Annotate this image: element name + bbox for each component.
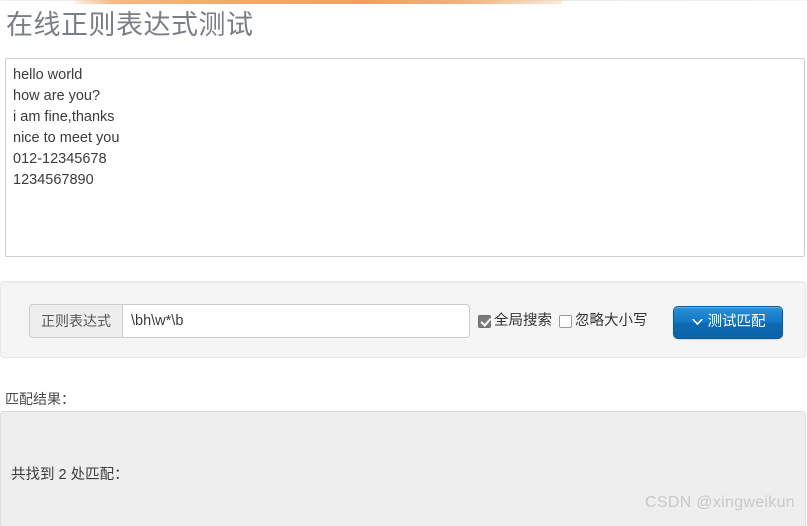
option-ignore-case[interactable]: 忽略大小写	[559, 312, 648, 330]
option-ignore-case-label: 忽略大小写	[575, 313, 648, 329]
source-text-input[interactable]	[5, 58, 805, 257]
option-global-search[interactable]: 全局搜索	[478, 312, 552, 330]
page-root: 在线正则表达式测试 正则表达式 全局搜索 忽略大小写 测试匹配 匹	[0, 0, 807, 526]
checkbox-global-search[interactable]	[478, 314, 491, 328]
regex-input-group: 正则表达式	[29, 304, 470, 338]
test-match-button[interactable]: 测试匹配	[673, 306, 783, 339]
regex-input[interactable]	[122, 304, 470, 338]
regex-input-label: 正则表达式	[29, 304, 122, 338]
page-title: 在线正则表达式测试	[6, 10, 254, 40]
checkbox-ignore-case[interactable]	[559, 314, 572, 328]
result-output-box: 共找到 2 处匹配： hello how	[0, 411, 806, 526]
result-summary: 共找到 2 处匹配：	[11, 467, 129, 483]
result-label: 匹配结果：	[5, 391, 75, 407]
option-global-search-label: 全局搜索	[494, 313, 552, 329]
chevron-down-icon	[691, 317, 704, 329]
search-options: 全局搜索 忽略大小写	[478, 310, 648, 332]
test-match-button-label: 测试匹配	[707, 314, 766, 331]
top-accent-bar	[0, 0, 807, 4]
top-accent-fill	[75, 0, 562, 4]
